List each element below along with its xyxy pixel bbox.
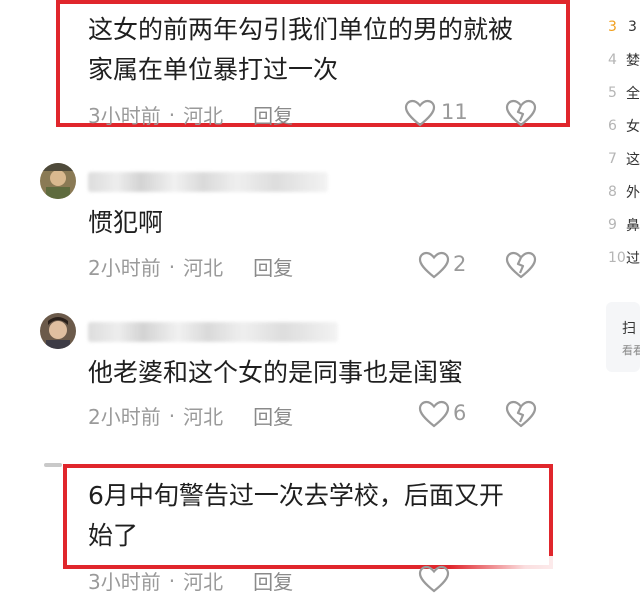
avatar[interactable]: [40, 163, 76, 199]
rank-row[interactable]: 7 这: [608, 142, 640, 175]
comment-4-location: 河北: [183, 570, 224, 594]
comment-3-dislike-icon[interactable]: [505, 400, 537, 432]
rank-row[interactable]: 9 鼻: [608, 208, 640, 241]
rank-number: 5: [608, 84, 617, 101]
sidebar-hot-list: 3 3 4 婪 5 全 6 女 7 这 8 外 9 鼻 10 过: [608, 10, 640, 274]
meta-separator: ·: [168, 102, 176, 127]
rank-row[interactable]: 6 女: [608, 109, 640, 142]
comment-2-text: 惯犯啊: [88, 208, 164, 237]
rank-number: 6: [608, 117, 617, 134]
rank-title: 女: [626, 118, 640, 135]
comment-4-like-icon[interactable]: [418, 565, 450, 597]
scan-card-subtitle: 看看: [622, 344, 640, 357]
comment-2-dislike-icon[interactable]: [505, 251, 537, 283]
rank-number: 10: [608, 249, 626, 266]
comment-3-meta: 2小时前 · 河北 回复: [88, 401, 293, 430]
scan-card-title: 扫: [622, 321, 636, 337]
rank-title: 外: [626, 184, 640, 201]
comment-4-meta: 3小时前 · 河北 回复: [88, 566, 293, 595]
blurred-username: [88, 322, 338, 342]
comment-2-reply-button[interactable]: 回复: [253, 252, 293, 281]
comment-1-location: 河北: [183, 104, 224, 128]
meta-separator: ·: [168, 568, 176, 593]
rank-title: 鼻: [626, 217, 640, 234]
comment-4-text-line-2: 始了: [88, 521, 139, 550]
rank-title: 全: [626, 85, 640, 102]
meta-separator: ·: [168, 254, 176, 279]
avatar[interactable]: [40, 313, 76, 349]
rank-number: 7: [608, 150, 617, 167]
rank-number: 3: [608, 18, 617, 35]
rank-row[interactable]: 4 婪: [608, 43, 640, 76]
comment-1-meta: 3小时前 · 河北 回复: [88, 100, 293, 129]
comment-3-reply-button[interactable]: 回复: [253, 401, 293, 430]
comment-1-time: 3小时前: [88, 104, 161, 128]
comment-4-text-line-1: 6月中旬警告过一次去学校，后面又开: [88, 481, 504, 510]
rank-title: 3: [628, 18, 637, 35]
comment-1-reply-button[interactable]: 回复: [253, 100, 293, 129]
watermark-fade: [450, 556, 600, 613]
comment-3-like-icon[interactable]: [418, 400, 450, 432]
rank-row[interactable]: 5 全: [608, 76, 640, 109]
comment-1-text-line-2: 家属在单位暴打过一次: [88, 55, 339, 84]
rank-title: 过: [626, 250, 640, 267]
rank-row[interactable]: 8 外: [608, 175, 640, 208]
avatar-edge: [44, 463, 62, 467]
comment-3-text: 他老婆和这个女的是同事也是闺蜜: [88, 358, 464, 387]
rank-number: 8: [608, 183, 617, 200]
scan-card[interactable]: 扫 看看: [606, 302, 640, 372]
meta-separator: ·: [168, 403, 176, 428]
comment-3-location: 河北: [183, 405, 224, 429]
comment-2-like-icon[interactable]: [418, 251, 450, 283]
comment-3-like-count: 6: [453, 401, 467, 425]
comment-2-meta: 2小时前 · 河北 回复: [88, 252, 293, 281]
comment-1-dislike-icon[interactable]: [505, 99, 537, 131]
rank-row[interactable]: 3 3: [608, 10, 640, 43]
rank-number: 4: [608, 51, 617, 68]
rank-title: 婪: [626, 52, 640, 69]
comment-1-text-line-1: 这女的前两年勾引我们单位的男的就被: [88, 15, 514, 44]
comment-1-like-count: 11: [441, 100, 468, 124]
comment-2-like-count: 2: [453, 252, 467, 276]
comment-2-location: 河北: [183, 256, 224, 280]
comment-2-time: 2小时前: [88, 256, 161, 280]
comment-3-time: 2小时前: [88, 405, 161, 429]
blurred-username: [88, 172, 328, 192]
rank-number: 9: [608, 216, 617, 233]
comment-4-time: 3小时前: [88, 570, 161, 594]
rank-title: 这: [626, 151, 640, 168]
comment-4-reply-button[interactable]: 回复: [253, 566, 293, 595]
comment-1-like-icon[interactable]: [404, 99, 436, 131]
rank-row[interactable]: 10 过: [608, 241, 640, 274]
